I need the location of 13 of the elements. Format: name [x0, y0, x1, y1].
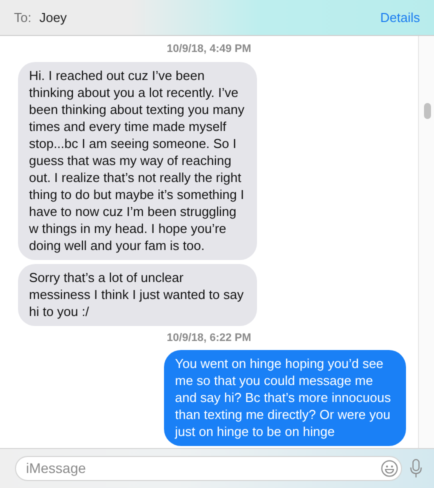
scrollbar-thumb[interactable]	[424, 103, 431, 119]
to-label: To:	[14, 8, 32, 27]
timestamp: 10/9/18, 6:22 PM	[166, 330, 252, 346]
outgoing-message: You went on hinge hoping you’d see me so that you could message me and say hi? Bc that’s more innocuous than texting me directly? Or were you just on hinge to be on hinge	[164, 350, 406, 446]
timestamp: 10/9/18, 4:49 PM	[166, 42, 252, 57]
emoji-icon[interactable]	[381, 460, 398, 477]
incoming-message: Hi. I reached out cuz I’ve been thinking about you a lot recently. I’ve been thinking about texting you many times and every time made myself stop...bc I am seeing someone. So I guess that was my way of reaching out. I realize that’s not really the right thing to do but maybe it’s something I have to now cuz I’m been struggling w things in my head. I hope you’re doing well and your fam is too.	[18, 62, 257, 260]
microphone-icon[interactable]	[410, 459, 422, 478]
scrollbar-track[interactable]	[418, 36, 434, 448]
message-field[interactable]: iMessage	[15, 456, 402, 481]
recipient-name: Joey	[39, 8, 67, 27]
incoming-message: Sorry that’s a lot of unclear messiness I think I just wanted to say hi to you :/	[18, 264, 257, 326]
details-link[interactable]: Details	[380, 8, 420, 28]
